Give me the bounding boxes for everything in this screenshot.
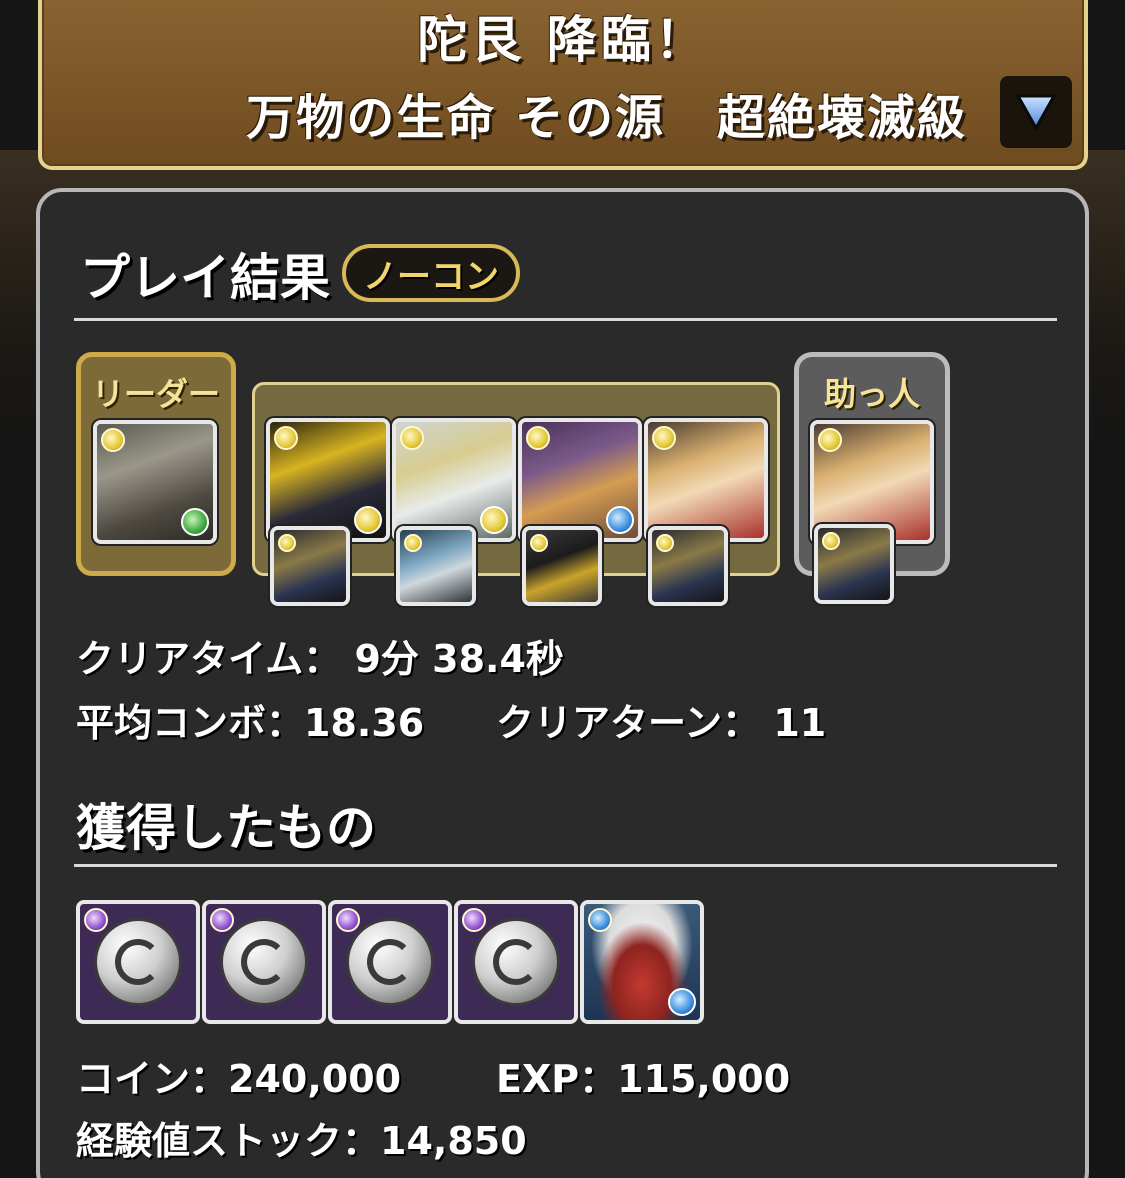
average-combo: 平均コンボ：18.36 xyxy=(76,701,425,745)
coin-amount: コイン：240,000 xyxy=(76,1057,402,1101)
light-attribute-icon xyxy=(818,428,842,452)
light-attribute-icon xyxy=(822,532,840,550)
dungeon-difficulty: 超絶壊滅級 xyxy=(716,90,967,146)
light-attribute-icon xyxy=(652,426,676,450)
dropdown-button[interactable] xyxy=(1000,76,1072,148)
coin-drop-icon[interactable] xyxy=(202,900,326,1024)
coin-drop-icon[interactable] xyxy=(76,900,200,1024)
assist-equip-icon-4[interactable] xyxy=(648,526,728,606)
light-attribute-icon xyxy=(480,506,508,534)
coin-icon xyxy=(94,918,182,1006)
dungeon-title: 陀艮 降臨！ xyxy=(417,11,709,69)
exp-amount: EXP：115,000 xyxy=(496,1057,791,1101)
assist-equip-icon-2[interactable] xyxy=(396,526,476,606)
sub-monster-icon-3[interactable] xyxy=(518,418,642,542)
coin-icon xyxy=(472,918,560,1006)
light-attribute-icon xyxy=(354,506,382,534)
monster-drop-icon[interactable] xyxy=(580,900,704,1024)
dungeon-subtitle: 万物の生命 その源 超絶壊滅級 xyxy=(42,78,967,148)
dark-attribute-icon xyxy=(336,908,360,932)
assist-equip-icon-1[interactable] xyxy=(270,526,350,606)
water-attribute-icon xyxy=(606,506,634,534)
dark-attribute-icon xyxy=(210,908,234,932)
wood-attribute-icon xyxy=(181,508,209,536)
leader-label: リーダー xyxy=(91,375,220,413)
dark-attribute-icon xyxy=(462,908,486,932)
light-attribute-icon xyxy=(530,534,548,552)
rewards-title: 獲得したもの xyxy=(76,799,376,857)
sub-monster-icon-2[interactable] xyxy=(392,418,516,542)
light-attribute-icon xyxy=(404,534,422,552)
light-attribute-icon xyxy=(101,428,125,452)
no-continue-badge: ノーコン xyxy=(342,244,520,302)
section-divider xyxy=(74,864,1057,867)
triangle-down-icon xyxy=(1015,94,1057,131)
assist-equip-icon-3[interactable] xyxy=(522,526,602,606)
dungeon-subtitle-left: 万物の生命 その源 xyxy=(246,90,665,146)
helper-assist-equip-icon[interactable] xyxy=(814,524,894,604)
coin-icon xyxy=(346,918,434,1006)
coin-drop-icon[interactable] xyxy=(328,900,452,1024)
water-attribute-icon xyxy=(668,988,696,1016)
light-attribute-icon xyxy=(526,426,550,450)
dark-attribute-icon xyxy=(84,908,108,932)
exp-stock-amount: 経験値ストック：14,850 xyxy=(76,1119,527,1163)
coin-drop-icon[interactable] xyxy=(454,900,578,1024)
result-panel: プレイ結果 ノーコン リーダー 助っ人 クリアタイム： 9分 38.4秒 平均コ… xyxy=(36,188,1089,1178)
water-attribute-icon xyxy=(588,908,612,932)
clear-turn: クリアターン： 11 xyxy=(496,701,827,745)
light-attribute-icon xyxy=(656,534,674,552)
light-attribute-icon xyxy=(400,426,424,450)
light-attribute-icon xyxy=(278,534,296,552)
leader-monster-icon[interactable] xyxy=(93,420,217,544)
sub-monster-icon-4[interactable] xyxy=(644,418,768,542)
coin-icon xyxy=(220,918,308,1006)
section-divider xyxy=(74,318,1057,321)
helper-label: 助っ人 xyxy=(823,375,920,413)
light-attribute-icon xyxy=(274,426,298,450)
clear-time: クリアタイム： 9分 38.4秒 xyxy=(76,637,564,681)
sub-monster-icon-1[interactable] xyxy=(266,418,390,542)
play-result-title: プレイ結果 xyxy=(80,249,330,307)
dungeon-header: 陀艮 降臨！ 万物の生命 その源 超絶壊滅級 xyxy=(38,0,1088,170)
